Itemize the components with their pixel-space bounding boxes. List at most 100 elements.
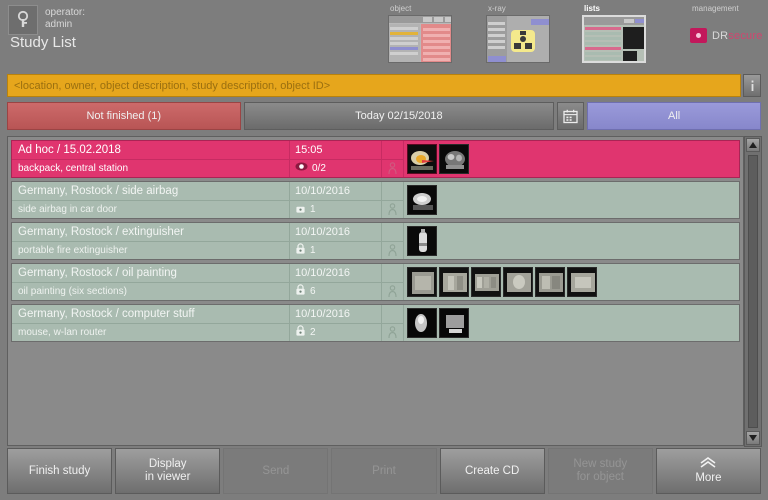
row-meta-column: 10/10/2016 2	[290, 305, 382, 341]
thumbnail[interactable]	[439, 267, 469, 297]
row-count: 0/2	[290, 160, 381, 178]
module-tab-lists[interactable]: lists	[582, 4, 646, 63]
thumbnail[interactable]	[535, 267, 565, 297]
row-subtitle: portable fire extinguisher	[18, 244, 128, 256]
row-thumbnails[interactable]	[404, 182, 739, 218]
row-subtitle: oil painting (six sections)	[18, 285, 127, 297]
module-tab-management[interactable]: management DRsecure	[686, 4, 763, 43]
info-icon[interactable]	[743, 74, 761, 97]
chevron-up-icon	[698, 457, 718, 470]
module-tab-object[interactable]: object	[388, 4, 452, 63]
scrollbar-track[interactable]	[748, 155, 758, 428]
row-subtitle: mouse, w-lan router	[18, 326, 107, 338]
module-tabs: object x-ray lists management DRsecure	[386, 4, 768, 66]
app-header: operator: admin Study List object x-ray …	[0, 0, 768, 68]
row-text-column: Ad hoc / 15.02.2018 backpack, central st…	[12, 141, 290, 177]
row-count-value: 0/2	[312, 162, 326, 174]
filter-bar: Not finished (1) Today 02/15/2018 All	[7, 102, 761, 130]
thumbnail[interactable]	[439, 144, 469, 174]
operator-label: operator:	[45, 7, 86, 18]
row-title: Germany, Rostock / oil painting	[12, 264, 289, 283]
module-thumb-lists	[582, 15, 646, 63]
create-cd-button[interactable]: Create CD	[439, 448, 545, 494]
thumbnail[interactable]	[503, 267, 533, 297]
study-list-container[interactable]: Ad hoc / 15.02.2018 backpack, central st…	[7, 136, 744, 446]
operator-text: operator: admin	[45, 5, 85, 31]
thumbnail[interactable]	[439, 308, 469, 338]
table-row[interactable]: Ad hoc / 15.02.2018 backpack, central st…	[11, 140, 740, 178]
search-input[interactable]	[7, 74, 741, 97]
row-meta-column: 10/10/2016 6	[290, 264, 382, 300]
row-title: Germany, Rostock / computer stuff	[12, 305, 289, 324]
row-subtitle: side airbag in car door	[18, 203, 117, 215]
row-date: 15:05	[290, 141, 381, 160]
row-count-value: 1	[310, 244, 316, 256]
row-thumbnails[interactable]	[404, 141, 739, 177]
filter-all[interactable]: All	[587, 102, 761, 130]
thumbnail[interactable]	[567, 267, 597, 297]
page-title: Study List	[10, 34, 76, 51]
more-label: More	[695, 472, 722, 484]
module-label-object: object	[390, 4, 412, 13]
module-tab-xray[interactable]: x-ray	[486, 4, 550, 63]
logo-prefix: DR	[712, 29, 729, 42]
thumbnail[interactable]	[407, 308, 437, 338]
thumbnail[interactable]	[407, 185, 437, 215]
person-icon	[382, 242, 403, 260]
row-count: 6	[290, 283, 381, 301]
row-thumbnails[interactable]	[404, 305, 739, 341]
row-title: Germany, Rostock / extinguisher	[12, 223, 289, 242]
lock-icon	[295, 284, 306, 298]
drsecure-logo: DRsecure	[686, 28, 763, 43]
row-thumbnails[interactable]	[404, 223, 739, 259]
row-icon-column	[382, 305, 404, 341]
filter-not-finished[interactable]: Not finished (1)	[7, 102, 241, 130]
print-button[interactable]: Print	[331, 448, 437, 494]
table-row[interactable]: Germany, Rostock / side airbag side airb…	[11, 181, 740, 219]
lock-icon	[295, 243, 306, 257]
display-in-viewer-button[interactable]: Display in viewer	[115, 448, 221, 494]
create-cd-label: Create CD	[464, 464, 520, 477]
new-study-for-object-button[interactable]: New study for object	[547, 448, 653, 494]
row-date: 10/10/2016	[290, 223, 381, 242]
person-icon	[382, 283, 403, 301]
more-button[interactable]: More	[655, 448, 761, 494]
row-date: 10/10/2016	[290, 305, 381, 324]
list-scrollbar[interactable]	[744, 136, 762, 447]
triangle-down-icon[interactable]	[746, 431, 760, 445]
thumbnail[interactable]	[471, 267, 501, 297]
row-count: 1	[290, 242, 381, 260]
module-thumb-object	[388, 15, 452, 63]
triangle-up-icon[interactable]	[746, 138, 760, 152]
send-label: Send	[262, 464, 290, 477]
new-study-for-object-label: New study for object	[573, 458, 628, 483]
search-bar	[7, 74, 761, 97]
row-count: 2	[290, 324, 381, 342]
thumbnail[interactable]	[407, 144, 437, 174]
logo-suffix: secure	[728, 29, 763, 42]
person-icon	[382, 201, 403, 219]
finish-study-button[interactable]: Finish study	[7, 448, 113, 494]
row-meta-column: 15:05 0/2	[290, 141, 382, 177]
filter-all-label: All	[668, 110, 681, 122]
display-in-viewer-label: Display in viewer	[145, 458, 191, 483]
row-thumbnails[interactable]	[404, 264, 739, 300]
table-row[interactable]: Germany, Rostock / oil painting oil pain…	[11, 263, 740, 301]
filter-today[interactable]: Today 02/15/2018	[243, 102, 555, 130]
person-icon	[382, 160, 403, 178]
row-text-column: Germany, Rostock / computer stuff mouse,…	[12, 305, 290, 341]
thumbnail[interactable]	[407, 226, 437, 256]
row-icon-column	[382, 141, 404, 177]
row-meta-column: 10/10/2016 1	[290, 223, 382, 259]
bottom-toolbar: Finish study Display in viewer Send Print…	[7, 448, 761, 494]
send-button[interactable]: Send	[223, 448, 329, 494]
calendar-icon[interactable]	[557, 102, 585, 130]
row-icon-column	[382, 264, 404, 300]
row-title: Germany, Rostock / side airbag	[12, 182, 289, 201]
row-count: 1	[290, 201, 381, 219]
thumbnail[interactable]	[407, 267, 437, 297]
table-row[interactable]: Germany, Rostock / extinguisher portable…	[11, 222, 740, 260]
table-row[interactable]: Germany, Rostock / computer stuff mouse,…	[11, 304, 740, 342]
row-count-value: 1	[310, 203, 316, 215]
row-icon-column	[382, 182, 404, 218]
